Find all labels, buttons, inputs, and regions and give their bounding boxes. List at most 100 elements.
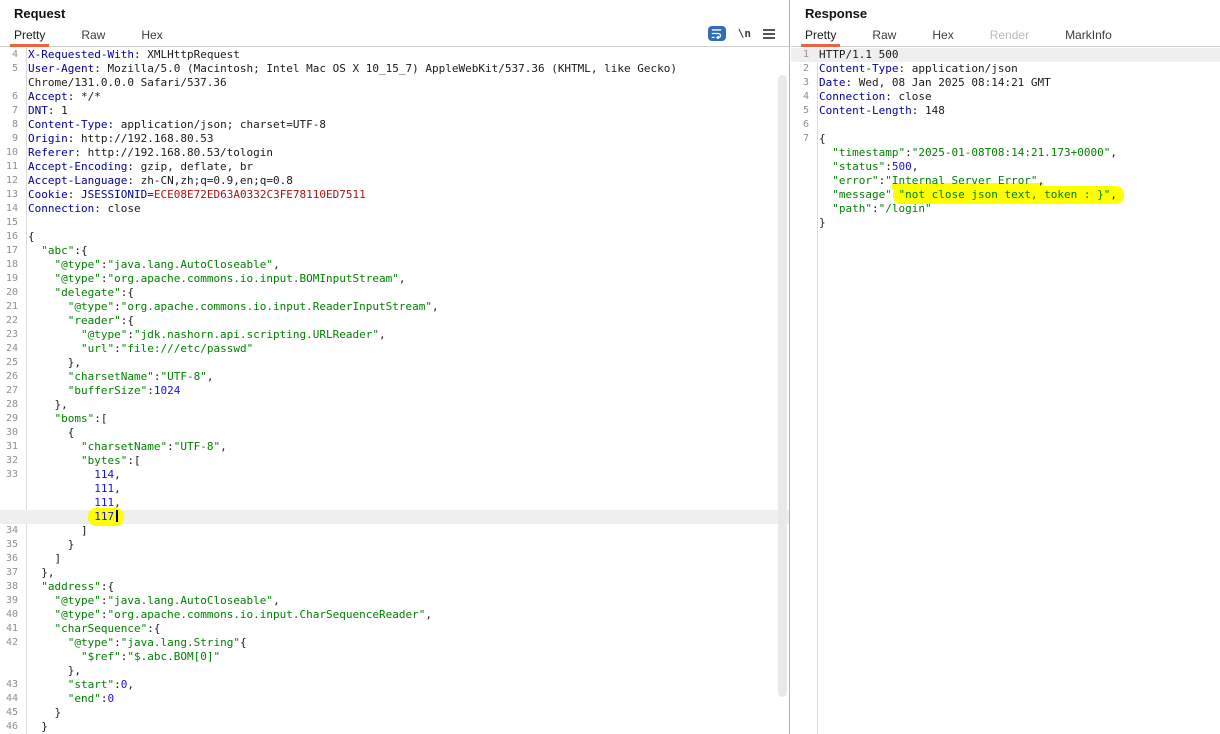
response-tab-hex[interactable]: Hex [928,24,957,47]
line-number [0,650,22,664]
code-line: 9 Origin: http://192.168.80.53 [0,132,789,146]
code-line: 21 "@type":"org.apache.commons.io.input.… [0,300,789,314]
request-editor[interactable]: 4 X-Requested-With: XMLHttpRequest 5 User-A… [0,48,789,734]
line-number: 20 [5,287,18,298]
code-line: 31 "charsetName":"UTF-8", [0,440,789,454]
line-number: 33 [5,469,18,480]
code-line: 6 Accept: */* [0,90,789,104]
code-line: 20 "delegate":{ [0,286,789,300]
code-line: 4 X-Requested-With: XMLHttpRequest [0,48,789,62]
line-number: 3 [802,77,809,88]
line-number: 28 [5,399,18,410]
code-line: 43 "start":0, [0,678,789,692]
newline-toggle-icon[interactable]: \n [738,27,751,40]
request-panel-title: Request [14,6,66,21]
response-tab-markinfo[interactable]: MarkInfo [1061,24,1116,47]
line-number: 23 [5,329,18,340]
line-number: 35 [5,539,18,550]
request-scrollbar-thumb[interactable] [778,75,787,697]
code-line: 30 { [0,426,789,440]
code-line: 7 DNT: 1 [0,104,789,118]
code-line: } [791,216,1220,230]
code-line: 42 "@type":"java.lang.String"{ [0,636,789,650]
response-tab-render: Render [989,28,1030,42]
code-line: 111, [0,482,789,496]
code-line: 2 Content-Type: application/json [791,62,1220,76]
code-line: 12 Accept-Language: zh-CN,zh;q=0.9,en;q=0… [0,174,789,188]
code-line: 7{ [791,132,1220,146]
line-number [0,510,22,524]
code-line: 5 Content-Length: 148 [791,104,1220,118]
response-panel: Response Pretty Raw Hex Render MarkInfo … [791,0,1220,734]
code-line: 23 "@type":"jdk.nashorn.api.scripting.UR… [0,328,789,342]
code-line: 17 "abc":{ [0,244,789,258]
code-line: "timestamp":"2025-01-08T08:14:21.173+000… [791,146,1220,160]
code-line: 25 }, [0,356,789,370]
line-number [791,216,813,230]
code-line: Chrome/131.0.0.0 Safari/537.36 [0,76,789,90]
line-number: 44 [5,693,18,704]
code-line: 5 User-Agent: Mozilla/5.0 (Macintosh; Int… [0,62,789,76]
response-editor[interactable]: 1 HTTP/1.1 500 2 Content-Type: application/… [791,48,1220,734]
request-panel: Request Pretty Raw Hex \n 4 X-Requested-W… [0,0,790,734]
line-number [791,160,813,174]
line-number: 14 [5,203,18,214]
line-number [791,202,813,216]
line-number: 10 [5,147,18,158]
code-line: }, [0,664,789,678]
line-number: 43 [5,679,18,690]
line-number: 38 [5,581,18,592]
code-line: 11 Accept-Encoding: gzip, deflate, br [0,160,789,174]
request-scrollbar[interactable] [778,48,787,734]
response-tab-raw[interactable]: Raw [868,24,900,47]
response-tab-pretty[interactable]: Pretty [801,24,841,47]
line-number: 30 [5,427,18,438]
request-tab-raw[interactable]: Raw [77,24,109,47]
code-line: "$ref":"$.abc.BOM[0]" [0,650,789,664]
code-line: "status":500, [791,160,1220,174]
request-tab-hex[interactable]: Hex [137,24,166,47]
code-line: 8 Content-Type: application/json; charset… [0,118,789,132]
line-number: 36 [5,553,18,564]
code-line: 19 "@type":"org.apache.commons.io.input.… [0,272,789,286]
code-line: 6 [791,118,1220,132]
line-number: 25 [5,357,18,368]
line-number: 41 [5,623,18,634]
line-number [791,146,813,160]
code-line: 4 Connection: close [791,90,1220,104]
line-number: 31 [5,441,18,452]
line-number: 18 [5,259,18,270]
line-number [0,76,22,90]
line-number: 21 [5,301,18,312]
line-number: 19 [5,273,18,284]
request-tabbar: Pretty Raw Hex \n [0,24,789,47]
line-number: 16 [5,231,18,242]
line-number: 39 [5,595,18,606]
line-number: 6 [802,119,809,130]
code-line: 28 }, [0,398,789,412]
line-number: 46 [5,721,18,732]
line-number: 1 [802,49,809,60]
line-number: 5 [11,63,18,74]
request-tab-pretty[interactable]: Pretty [10,24,50,47]
code-line: 18 "@type":"java.lang.AutoCloseable", [0,258,789,272]
code-line: 117 [0,508,789,526]
code-line: "path":"/login" [791,202,1220,216]
line-number: 17 [5,245,18,256]
menu-icon[interactable] [763,28,775,39]
line-number: 24 [5,343,18,354]
code-line: 15 [0,216,789,230]
code-line: 24 "url":"file:///etc/passwd" [0,342,789,356]
line-number: 7 [802,133,809,144]
word-wrap-toggle-icon[interactable] [707,26,726,41]
code-line: 38 "address":{ [0,580,789,594]
line-number: 4 [802,91,809,102]
line-number [791,188,813,202]
code-line: 13 Cookie: JSESSIONID=ECE08E72ED63A0332C3… [0,188,789,202]
code-line: 1 HTTP/1.1 500 [791,48,1220,62]
line-number: 13 [5,189,18,200]
line-number: 9 [11,133,18,144]
line-number: 4 [11,49,18,60]
line-number: 12 [5,175,18,186]
code-line: 33 114, [0,468,789,482]
